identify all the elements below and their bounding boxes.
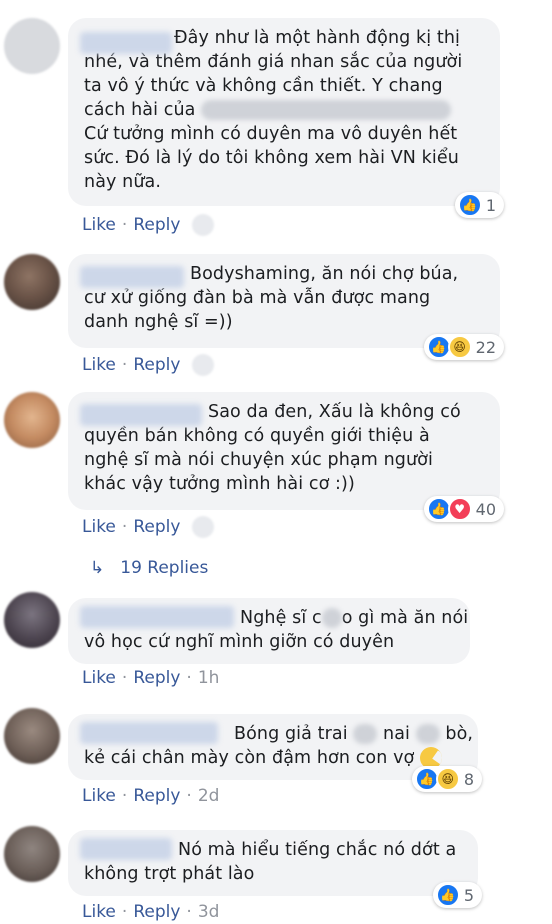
- avatar[interactable]: [4, 708, 60, 764]
- reaction-count: 8: [463, 769, 474, 789]
- like-link[interactable]: Like: [82, 215, 116, 235]
- reaction-count: 1: [485, 195, 496, 215]
- redacted-text: [415, 724, 440, 744]
- comment-actions: Like · Reply · 1h: [82, 668, 220, 688]
- comment-actions: Like · Reply: [82, 516, 215, 538]
- like-reaction-icon: 👍: [435, 883, 460, 907]
- comment-bubble: Đây như là một hành động kị thị nhé, và …: [68, 18, 504, 218]
- reaction-count: 5: [463, 885, 474, 905]
- reply-arrow-icon: ↳: [90, 558, 105, 578]
- reply-link[interactable]: Reply: [133, 786, 180, 806]
- avatar[interactable]: [4, 18, 60, 74]
- redacted-text: [201, 100, 452, 120]
- view-replies-link[interactable]: ↳ 19 Replies: [90, 558, 208, 578]
- reply-link[interactable]: Reply: [133, 215, 180, 235]
- reaction-summary[interactable]: 👍 5: [432, 882, 482, 908]
- like-link[interactable]: Like: [82, 668, 116, 688]
- commenter-name-redacted[interactable]: [80, 722, 218, 744]
- comment-actions: Like · Reply: [82, 354, 215, 376]
- like-link[interactable]: Like: [82, 355, 116, 375]
- reply-avatar: [192, 354, 215, 376]
- like-reaction-icon: 👍: [457, 193, 482, 217]
- comment-bubble: Bodyshaming, ăn nói chợ búa, cư xử giống…: [68, 254, 504, 360]
- haha-reaction-icon: 😆: [447, 335, 472, 359]
- avatar[interactable]: [4, 826, 60, 882]
- avatar[interactable]: [4, 592, 60, 648]
- like-link[interactable]: Like: [82, 902, 116, 922]
- reaction-summary[interactable]: 👍 ♥ 40: [423, 496, 504, 522]
- reply-link[interactable]: Reply: [133, 902, 180, 922]
- commenter-name-redacted[interactable]: [80, 32, 172, 54]
- reply-avatar: [192, 214, 215, 236]
- comment-timestamp[interactable]: 1h: [198, 668, 220, 688]
- reply-link[interactable]: Reply: [133, 668, 180, 688]
- haha-reaction-icon: 😆: [435, 767, 460, 791]
- reaction-summary[interactable]: 👍 😆 8: [411, 766, 482, 792]
- redacted-text: [353, 724, 378, 744]
- comment-actions: Like · Reply · 3d: [82, 902, 220, 922]
- reply-link[interactable]: Reply: [133, 517, 180, 537]
- redacted-text: [321, 608, 342, 628]
- comment-bubble: Nghệ sĩ co gì mà ăn nói vô học cứ nghĩ m…: [68, 598, 470, 664]
- reaction-count: 40: [475, 499, 496, 519]
- love-reaction-icon: ♥: [447, 497, 472, 521]
- reply-link[interactable]: Reply: [133, 355, 180, 375]
- avatar[interactable]: [4, 392, 60, 448]
- replies-count-label[interactable]: 19 Replies: [120, 558, 208, 578]
- comment-timestamp[interactable]: 3d: [198, 902, 220, 922]
- commenter-name-redacted[interactable]: [80, 404, 202, 426]
- comment-actions: Like · Reply: [82, 214, 215, 236]
- comment-bubble: Sao da đen, Xấu là không có quyền bán kh…: [68, 392, 504, 522]
- reaction-summary[interactable]: 👍 1: [454, 192, 504, 218]
- avatar[interactable]: [4, 254, 60, 310]
- reaction-summary[interactable]: 👍 😆 22: [423, 334, 504, 360]
- commenter-name-redacted[interactable]: [80, 606, 234, 628]
- like-link[interactable]: Like: [82, 786, 116, 806]
- comment-actions: Like · Reply · 2d: [82, 786, 220, 806]
- like-link[interactable]: Like: [82, 517, 116, 537]
- reaction-count: 22: [475, 337, 496, 357]
- commenter-name-redacted[interactable]: [80, 838, 172, 860]
- commenter-name-redacted[interactable]: [80, 266, 184, 288]
- comment-bubble: Nó mà hiểu tiếng chắc nó dớt a không trợ…: [68, 830, 482, 908]
- comment-bubble: Bóng giả trai nai bò, kẻ cái chân mày cò…: [68, 714, 482, 792]
- reply-avatar: [192, 516, 215, 538]
- comment-timestamp[interactable]: 2d: [198, 786, 220, 806]
